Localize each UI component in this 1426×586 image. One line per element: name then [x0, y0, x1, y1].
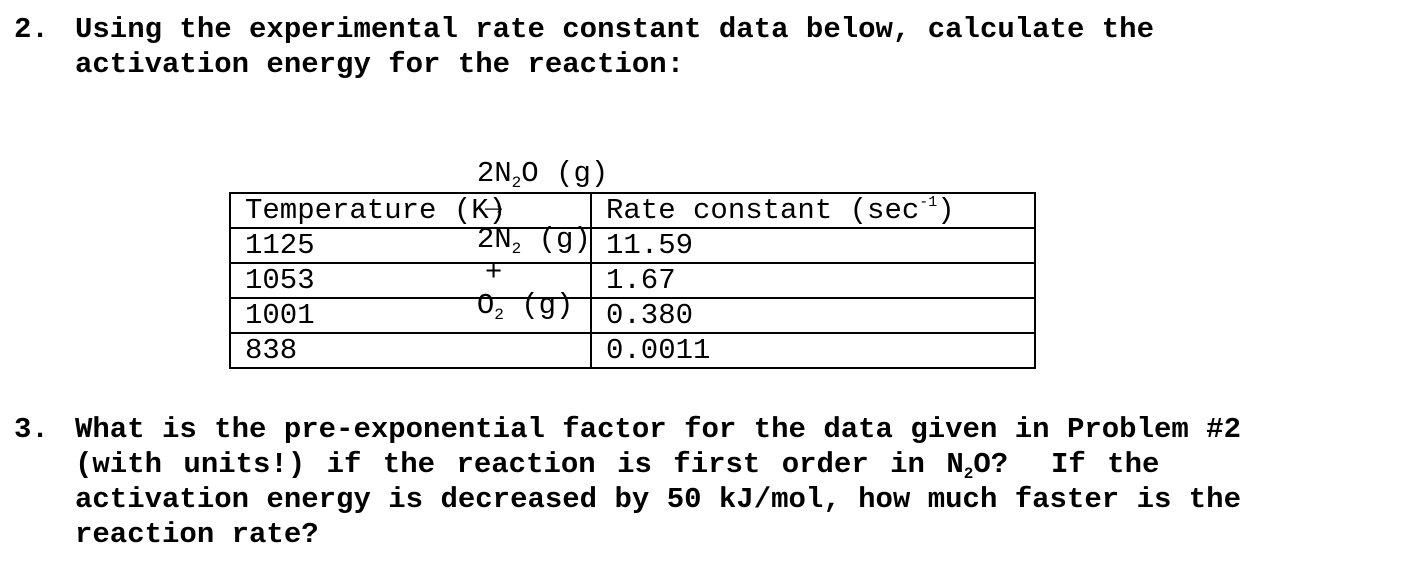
- header-rate-constant: Rate constant (sec-1): [590, 192, 1036, 229]
- table-header-row: Temperature (K) Rate constant (sec-1): [229, 192, 1036, 229]
- temperature-cell: 838: [229, 332, 592, 369]
- problem-3-text-line-4: reaction rate?: [75, 518, 319, 551]
- rate-cell: 1.67: [590, 262, 1036, 299]
- header-temperature: Temperature (K): [229, 192, 592, 229]
- temperature-cell: 1125: [229, 227, 592, 264]
- rate-constant-table: Temperature (K) Rate constant (sec-1) 11…: [229, 192, 1036, 369]
- problem-3-number: 3.: [14, 413, 49, 446]
- rate-cell: 0.380: [590, 297, 1036, 334]
- problem-2-text-line-1: Using the experimental rate constant dat…: [75, 13, 1154, 46]
- table-row: 838 0.0011: [229, 332, 1036, 369]
- rate-cell: 0.0011: [590, 332, 1036, 369]
- problem-3-text-line-2: (with units!) if the reaction is first o…: [75, 448, 1160, 483]
- problem-3-text-line-1: What is the pre-exponential factor for t…: [75, 413, 1241, 446]
- rate-cell: 11.59: [590, 227, 1036, 264]
- table-row: 1001 0.380: [229, 297, 1036, 334]
- temperature-cell: 1001: [229, 297, 592, 334]
- temperature-cell: 1053: [229, 262, 592, 299]
- table-row: 1053 1.67: [229, 262, 1036, 299]
- table-row: 1125 11.59: [229, 227, 1036, 264]
- reactant-n2o: 2N2O (g): [476, 157, 609, 192]
- problem-2-text-line-2: activation energy for the reaction:: [75, 48, 685, 81]
- problem-2-number: 2.: [14, 13, 49, 46]
- problem-3-text-line-3: activation energy is decreased by 50 kJ/…: [75, 483, 1241, 516]
